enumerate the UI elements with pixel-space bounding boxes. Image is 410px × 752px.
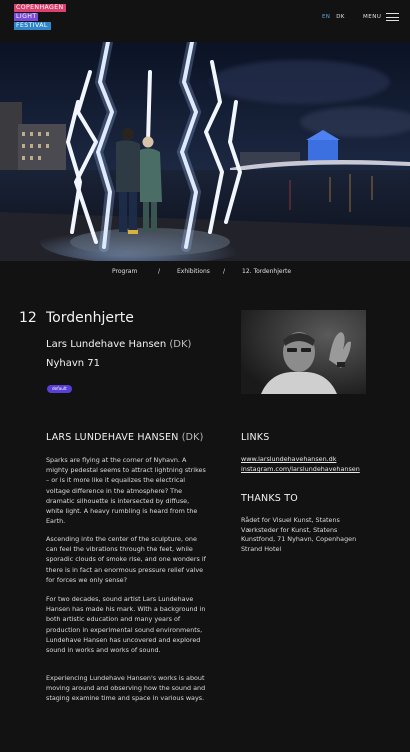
artist-portrait xyxy=(241,310,366,394)
thanks-heading: THANKS TO xyxy=(241,493,298,504)
page-title: Tordenhjerte xyxy=(46,310,134,326)
hero-image xyxy=(0,42,410,261)
artist-name-text: Lars Lundehave Hansen xyxy=(46,339,167,350)
artist-country: (DK) xyxy=(169,339,192,350)
about-paragraph: For two decades, sound artist Lars Lunde… xyxy=(46,595,206,655)
artist-website-link[interactable]: www.larslundehavehansen.dk xyxy=(241,455,336,463)
breadcrumb-separator: / xyxy=(223,268,226,275)
work-number: 12 xyxy=(19,310,37,326)
breadcrumb: Program / Exhibitions / 12. Tordenhjerte xyxy=(0,261,410,283)
festival-logo[interactable]: COPENHAGEN LIGHT FESTIVAL xyxy=(14,4,68,31)
about-paragraph: Sparks are flying at the corner of Nyhav… xyxy=(46,456,206,526)
language-switch: EN DK xyxy=(322,14,345,20)
breadcrumb-exhibitions-link[interactable]: Exhibitions xyxy=(177,268,210,275)
logo-line-1: COPENHAGEN xyxy=(14,4,66,12)
about-heading-text: LARS LUNDEHAVE HANSEN xyxy=(46,432,179,443)
about-paragraph: Ascending into the center of the sculptu… xyxy=(46,535,206,584)
breadcrumb-program-link[interactable]: Program xyxy=(112,268,137,275)
thanks-text: Rådet for Visuel Kunst, Statens Værksted… xyxy=(241,516,357,553)
logo-line-2: LIGHT xyxy=(14,13,38,21)
logo-line-3: FESTIVAL xyxy=(14,22,51,30)
links-heading: LINKS xyxy=(241,432,270,443)
lang-dk-link[interactable]: DK xyxy=(336,14,344,20)
breadcrumb-current: 12. Tordenhjerte xyxy=(242,268,292,275)
menu-label[interactable]: MENU xyxy=(363,14,381,20)
about-paragraph: Experiencing Lundehave Hansen's works is… xyxy=(46,674,206,703)
about-heading-country: (DK) xyxy=(181,432,204,443)
lang-en-link[interactable]: EN xyxy=(322,14,330,20)
site-header: COPENHAGEN LIGHT FESTIVAL EN DK MENU xyxy=(0,0,410,42)
about-heading: LARS LUNDEHAVE HANSEN (DK) xyxy=(46,432,204,443)
work-location: Nyhavn 71 xyxy=(46,358,101,369)
hamburger-menu-icon[interactable] xyxy=(386,13,399,22)
artist-name: Lars Lundehave Hansen (DK) xyxy=(46,339,191,350)
category-badge[interactable]: default xyxy=(47,385,72,393)
breadcrumb-separator: / xyxy=(158,268,161,275)
artist-instagram-link[interactable]: instagram.com/larslundehavehansen xyxy=(241,465,360,473)
